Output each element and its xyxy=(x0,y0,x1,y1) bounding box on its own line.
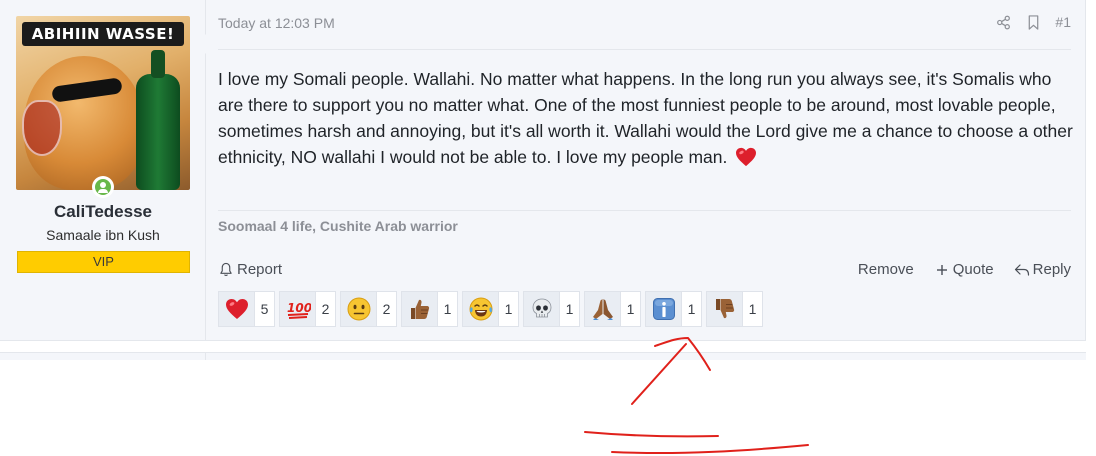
post-body-paragraph-2: sometimes harsh and annoying, but it's a… xyxy=(218,121,1073,167)
quote-button[interactable]: Quote xyxy=(934,261,994,278)
report-button[interactable]: Report xyxy=(218,261,282,278)
reaction-tears-of-joy[interactable]: 1 xyxy=(462,291,519,327)
reaction-count: 2 xyxy=(321,301,330,317)
reaction-information[interactable]: 1 xyxy=(645,291,702,327)
remove-label: Remove xyxy=(857,261,914,278)
message-arrow xyxy=(196,34,206,54)
reaction-hundred[interactable]: 100 2 xyxy=(279,291,336,327)
heart-emoji-icon xyxy=(219,292,255,326)
reaction-count: 1 xyxy=(626,301,635,317)
reaction-count: 1 xyxy=(565,301,574,317)
reaction-skull[interactable]: 1 xyxy=(523,291,580,327)
reaction-count: 1 xyxy=(748,301,757,317)
forum-post: ABIHIIN WASSE! CaliTedesse Samaale ibn K… xyxy=(0,0,1086,341)
share-icon[interactable] xyxy=(995,14,1011,30)
thread-page: ABIHIIN WASSE! CaliTedesse Samaale ibn K… xyxy=(0,0,1096,456)
thumbs-down-emoji-icon xyxy=(707,292,743,326)
reaction-count: 5 xyxy=(260,301,269,317)
reaction-thumbs-up[interactable]: 1 xyxy=(401,291,458,327)
username-link[interactable]: CaliTedesse xyxy=(0,202,206,222)
reaction-neutral-face[interactable]: 2 xyxy=(340,291,397,327)
bookmark-icon[interactable] xyxy=(1025,14,1041,30)
bell-icon xyxy=(218,262,234,278)
signature-divider xyxy=(218,210,1071,211)
reply-label: Reply xyxy=(1032,261,1071,278)
reaction-count: 1 xyxy=(443,301,452,317)
avatar-wine-bottle xyxy=(136,50,180,190)
reactions-bar: 5 100 2 2 1 1 1 1 1 1 xyxy=(218,291,763,327)
post-number-link[interactable]: #1 xyxy=(1055,14,1071,30)
avatar[interactable]: ABIHIIN WASSE! xyxy=(16,16,190,190)
report-label: Report xyxy=(237,261,283,278)
reaction-count: 2 xyxy=(382,301,391,317)
thumbs-up-emoji-icon xyxy=(402,292,438,326)
post-body-paragraph-1: I love my Somali people. Wallahi. No mat… xyxy=(218,69,1056,115)
post-header-actions: #1 xyxy=(995,14,1071,30)
post-date-link[interactable]: Today at 12:03 PM xyxy=(218,15,335,31)
plus-icon xyxy=(934,262,950,278)
avatar-caption: ABIHIIN WASSE! xyxy=(22,22,184,46)
reaction-folded-hands[interactable]: 1 xyxy=(584,291,641,327)
post-body: I love my Somali people. Wallahi. No mat… xyxy=(218,66,1078,170)
skull-emoji-icon xyxy=(524,292,560,326)
reaction-count: 1 xyxy=(687,301,696,317)
neutral-face-emoji-icon xyxy=(341,292,377,326)
reaction-thumbs-down[interactable]: 1 xyxy=(706,291,763,327)
quote-label: Quote xyxy=(952,261,994,278)
red-heart-icon xyxy=(735,147,757,167)
annotation-underline-1 xyxy=(584,431,719,438)
post-message-column: Today at 12:03 PM #1 I love my Somali pe… xyxy=(196,0,1085,340)
annotation-underline-2 xyxy=(611,444,809,455)
remove-button[interactable]: Remove xyxy=(858,261,914,278)
folded-hands-emoji-icon xyxy=(585,292,621,326)
post-user-column: ABIHIIN WASSE! CaliTedesse Samaale ibn K… xyxy=(0,0,206,340)
signature-text: Soomaal 4 life, Cushite Arab warrior xyxy=(218,218,458,234)
vip-badge: VIP xyxy=(17,251,190,273)
tears-of-joy-emoji-icon xyxy=(463,292,499,326)
header-divider xyxy=(218,49,1071,50)
svg-text:100: 100 xyxy=(287,301,311,315)
reply-arrow-icon xyxy=(1014,262,1030,278)
next-post-user-column xyxy=(0,352,206,360)
reply-button[interactable]: Reply xyxy=(1014,261,1071,278)
reaction-count: 1 xyxy=(504,301,513,317)
avatar-wine-glass xyxy=(22,100,62,156)
online-status-icon xyxy=(92,176,114,198)
information-emoji-icon xyxy=(646,292,682,326)
hundred-points-emoji-icon: 100 xyxy=(280,292,316,326)
post-footer-actions: Remove Quote Reply xyxy=(858,261,1071,278)
reaction-heart[interactable]: 5 xyxy=(218,291,275,327)
user-title: Samaale ibn Kush xyxy=(46,227,160,243)
